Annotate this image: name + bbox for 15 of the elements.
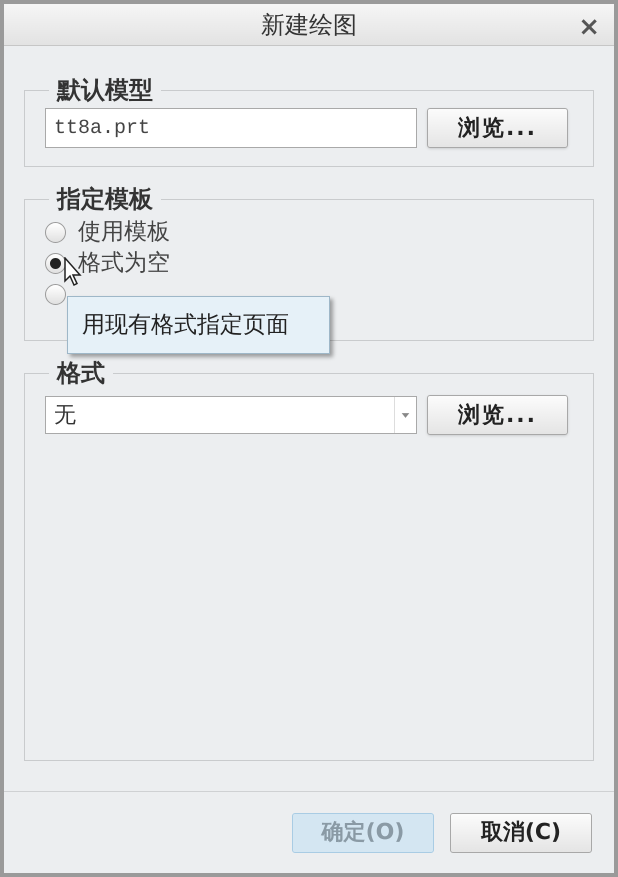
model-field[interactable]: tt8a.prt [45,108,417,148]
window-title: 新建绘图 [261,10,357,40]
close-button[interactable]: × [578,8,600,47]
group-title: 默认模型 [56,75,154,106]
browse-button[interactable]: 浏览... [427,395,568,435]
group-title: 指定模板 [55,184,154,215]
dialog-button[interactable]: 取消(C) [450,812,592,852]
browse-button[interactable]: 浏览... [427,108,568,148]
radio-button[interactable] [45,222,66,243]
group-title: 格式 [55,358,106,389]
format-dropdown[interactable]: 无 [45,396,417,434]
radio-button[interactable] [45,253,66,274]
tooltip-text: 用现有格式指定页面 [82,310,289,340]
dropdown-value: 无 [53,402,77,430]
radio-button[interactable] [45,284,66,305]
